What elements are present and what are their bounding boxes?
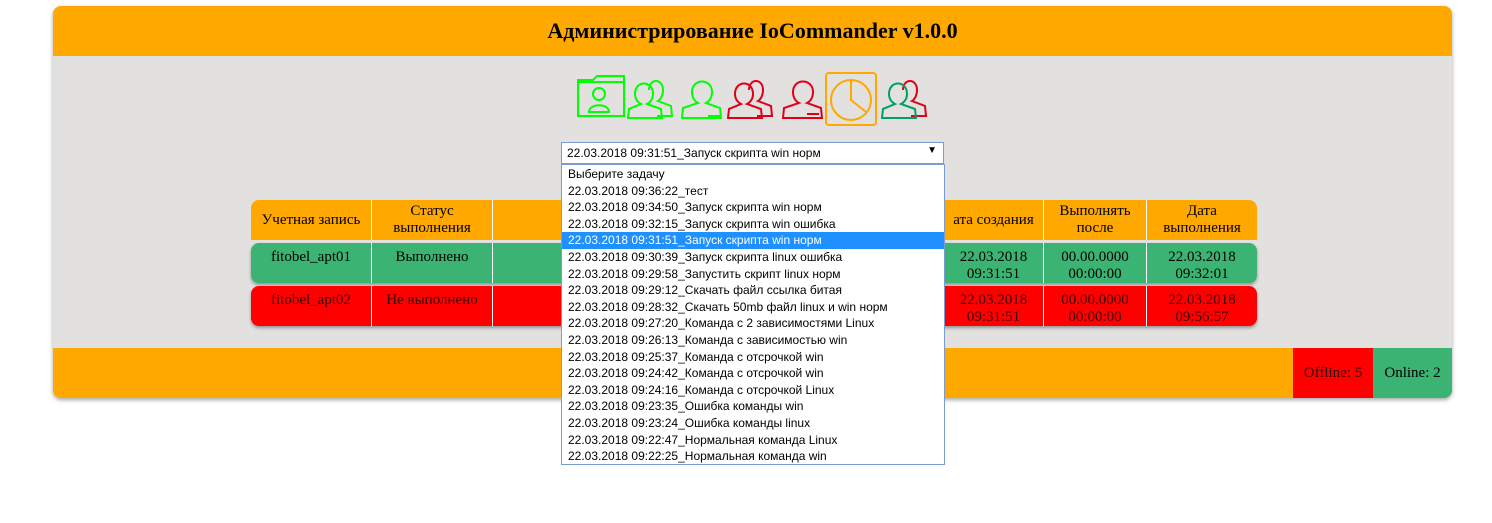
dropdown-option[interactable]: 22.03.2018 09:24:16_Команда с отсрочкой …	[562, 382, 944, 399]
header-created: ата создания	[944, 200, 1044, 240]
dropdown-option[interactable]: 22.03.2018 09:26:13_Команда с зависимост…	[562, 332, 944, 349]
header-bar: Администрирование IoCommander v1.0.0	[53, 6, 1452, 56]
users-group-icon-red[interactable]	[727, 72, 779, 126]
cell-account: fitobel_apt01	[251, 243, 372, 283]
dropdown-option[interactable]: 22.03.2018 09:27:20_Команда с 2 зависимо…	[562, 315, 944, 332]
dropdown-option[interactable]: 22.03.2018 09:29:58_Запустить скрипт lin…	[562, 266, 944, 283]
dropdown-option[interactable]: 22.03.2018 09:36:22_тест	[562, 183, 944, 200]
dropdown-option[interactable]: Выберите задачу	[562, 166, 944, 183]
cell-status: Не выполнено	[372, 286, 493, 326]
cell-executed: 22.03.2018 09:32:01	[1168, 249, 1236, 282]
cell-created: 22.03.2018 09:31:51	[944, 243, 1044, 283]
cell-run-after: 00.00.0000 00:00:00	[1044, 286, 1147, 326]
dropdown-option[interactable]: 22.03.2018 09:24:42_Команда с отсрочкой …	[562, 365, 944, 382]
header-executed: Дата выполнения	[1147, 200, 1257, 240]
task-select-dropdown[interactable]: Выберите задачу 22.03.2018 09:36:22_тест 2…	[561, 164, 945, 465]
dropdown-option[interactable]: 22.03.2018 09:28:32_Скачать 50mb файл li…	[562, 299, 944, 316]
cell-executed: 22.03.2018 09:56:57	[1168, 292, 1236, 325]
dropdown-option[interactable]: 22.03.2018 09:22:25_Нормальная команда w…	[562, 448, 944, 464]
cell-created: 22.03.2018 09:31:51	[944, 286, 1044, 326]
dropdown-option[interactable]: 22.03.2018 09:29:12_Скачать файл ссылка …	[562, 282, 944, 299]
dropdown-option[interactable]: 22.03.2018 09:22:47_Нормальная команда L…	[562, 432, 944, 449]
chevron-down-icon: ▼	[927, 145, 937, 156]
dropdown-option[interactable]: 22.03.2018 09:23:35_Ошибка команды win	[562, 398, 944, 415]
users-group-icon[interactable]	[627, 72, 679, 126]
task-select-value: 22.03.2018 09:31:51_Запуск скрипта win н…	[567, 146, 821, 160]
dropdown-option[interactable]: 22.03.2018 09:31:51_Запуск скрипта win н…	[562, 232, 944, 249]
task-select[interactable]: 22.03.2018 09:31:51_Запуск скрипта win н…	[561, 142, 944, 164]
dropdown-option[interactable]: 22.03.2018 09:25:37_Команда с отсрочкой …	[562, 349, 944, 366]
cell-account: fitobel_apt02	[251, 286, 372, 326]
header-account: Учетная запись	[251, 200, 372, 240]
header-status: Статус выполнения	[372, 200, 493, 240]
header-run-after: Выполнять после	[1044, 200, 1147, 240]
cell-status: Выполнено	[372, 243, 493, 283]
users-group-icon-mixed[interactable]	[881, 72, 933, 126]
dropdown-option[interactable]: 22.03.2018 09:32:15_Запуск скрипта win о…	[562, 216, 944, 233]
dropdown-option[interactable]: 22.03.2018 09:30:39_Запуск скрипта linux…	[562, 249, 944, 266]
user-edit-icon[interactable]	[680, 72, 732, 126]
offline-count-badge[interactable]: Offline: 5	[1293, 348, 1373, 398]
user-folder-icon[interactable]	[577, 72, 629, 126]
cell-run-after: 00.00.0000 00:00:00	[1044, 243, 1147, 283]
page-title: Администрирование IoCommander v1.0.0	[547, 18, 958, 43]
online-count-badge[interactable]: Online: 2	[1373, 348, 1452, 398]
dropdown-option[interactable]: 22.03.2018 09:23:24_Ошибка команды linux	[562, 415, 944, 432]
pie-chart-icon[interactable]	[825, 72, 877, 126]
dropdown-option[interactable]: 22.03.2018 09:34:50_Запуск скрипта win н…	[562, 199, 944, 216]
